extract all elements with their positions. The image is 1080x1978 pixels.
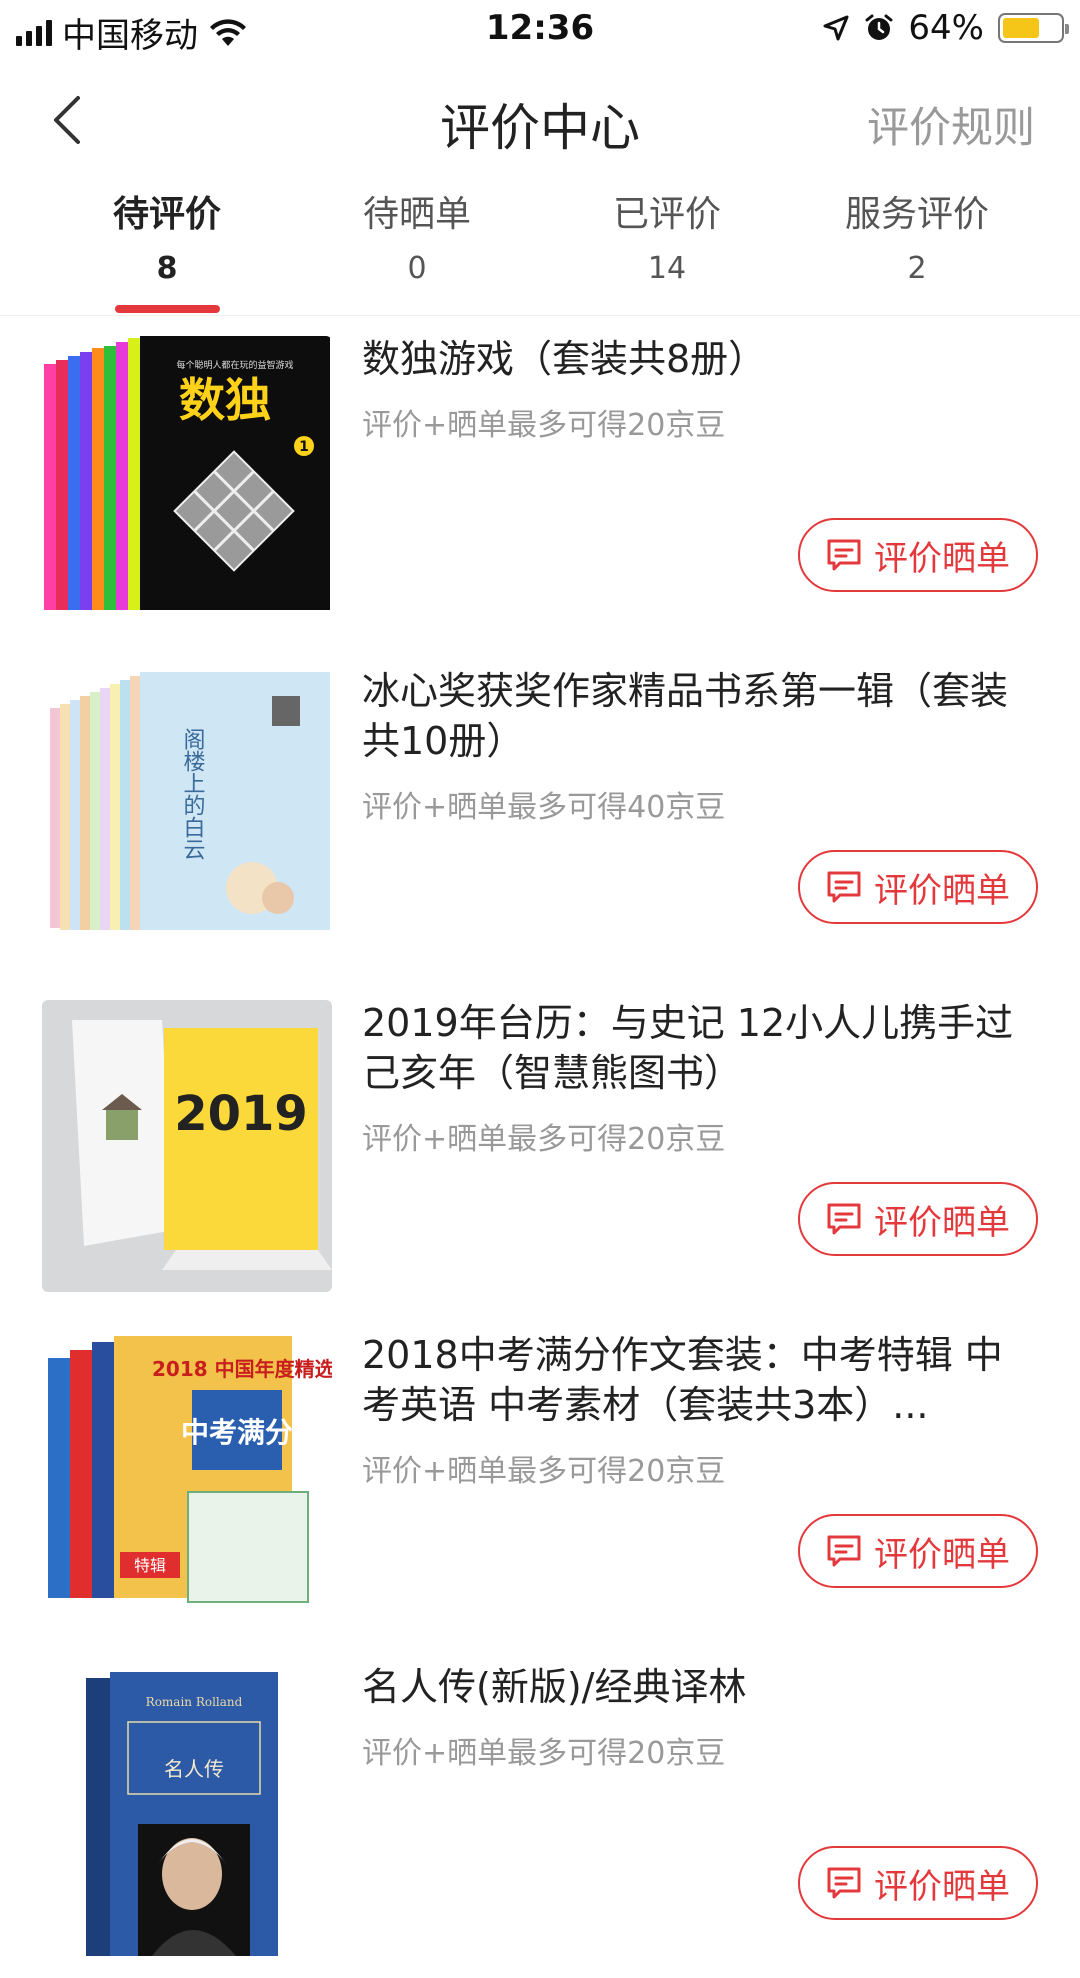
list-item: 2019 2019年台历：与史记 12小人儿携手过己亥年（智慧熊图书） 评价+晒… xyxy=(0,982,1080,1314)
battery-percent: 64% xyxy=(908,8,984,48)
cover-tagline: 每个聪明人都在玩的益智游戏 xyxy=(176,359,293,371)
product-title[interactable]: 冰心奖获奖作家精品书系第一辑（套装共10册） xyxy=(362,666,1032,766)
reward-hint: 评价+晒单最多可得20京豆 xyxy=(362,1454,726,1489)
cover-title: 数独 xyxy=(179,373,271,427)
reward-hint: 评价+晒单最多可得20京豆 xyxy=(362,408,726,443)
comment-icon xyxy=(827,539,861,571)
tab-count: 0 xyxy=(407,251,427,286)
comment-icon xyxy=(827,1535,861,1567)
reward-hint: 评价+晒单最多可得40京豆 xyxy=(362,790,726,825)
tab-reviewed[interactable]: 已评价 14 xyxy=(542,185,792,286)
review-showcase-button[interactable]: 评价晒单 xyxy=(798,1846,1038,1920)
cover-title: 名人传 xyxy=(164,1757,224,1781)
product-image[interactable]: 2018 中国年度精选 中考满分 特辑 xyxy=(42,1332,332,1624)
tab-label: 待评价 xyxy=(112,194,221,235)
rules-link[interactable]: 评价规则 xyxy=(867,94,1035,155)
list-item: Romain Rolland 名人传 名人传(新版)/经典译林 评价+晒单最多可… xyxy=(0,1646,1080,1978)
comment-icon xyxy=(827,871,861,903)
product-title[interactable]: 数独游戏（套装共8册） xyxy=(362,334,1032,384)
tab-pending-showcase[interactable]: 待晒单 0 xyxy=(292,185,542,286)
battery-level xyxy=(1003,18,1039,38)
review-showcase-button[interactable]: 评价晒单 xyxy=(798,850,1038,924)
cover-author: Romain Rolland xyxy=(146,1695,243,1709)
product-title[interactable]: 名人传(新版)/经典译林 xyxy=(362,1662,1032,1712)
button-label: 评价晒单 xyxy=(874,538,1010,579)
comment-icon xyxy=(827,1867,861,1899)
tab-label: 待晒单 xyxy=(362,194,471,235)
cover-badge: 特辑 xyxy=(134,1556,166,1575)
tab-bar: 待评价 8 待晒单 0 已评价 14 服务评价 2 xyxy=(0,185,1080,316)
tab-service-review[interactable]: 服务评价 2 xyxy=(792,185,1042,286)
button-label: 评价晒单 xyxy=(874,1202,1010,1243)
button-label: 评价晒单 xyxy=(874,870,1010,911)
list-item: 2018 中国年度精选 中考满分 特辑 2018中考满分作文套装：中考特辑 中考… xyxy=(0,1314,1080,1646)
product-image[interactable]: Romain Rolland 名人传 xyxy=(42,1664,332,1956)
status-bar-right: 64% xyxy=(822,8,1069,48)
button-label: 评价晒单 xyxy=(874,1866,1010,1907)
list-item: 阁楼上的白云 冰心奖获奖作家精品书系第一辑（套装共10册） 评价+晒单最多可得4… xyxy=(0,650,1080,982)
location-arrow-icon xyxy=(823,15,849,41)
review-showcase-button[interactable]: 评价晒单 xyxy=(798,1182,1038,1256)
active-tab-indicator xyxy=(115,305,220,313)
product-title[interactable]: 2019年台历：与史记 12小人儿携手过己亥年（智慧熊图书） xyxy=(362,998,1032,1098)
tab-label: 服务评价 xyxy=(844,194,989,235)
tab-count: 14 xyxy=(647,251,687,286)
tab-label: 已评价 xyxy=(612,194,721,235)
cover-title: 中考满分 xyxy=(181,1416,293,1449)
product-image[interactable]: 阁楼上的白云 xyxy=(42,668,332,960)
reward-hint: 评价+晒单最多可得20京豆 xyxy=(362,1122,726,1157)
tab-count: 8 xyxy=(156,251,178,286)
review-showcase-button[interactable]: 评价晒单 xyxy=(798,518,1038,592)
cover-title: 阁楼上的白云 xyxy=(180,728,206,860)
alarm-icon xyxy=(865,14,893,40)
list-item: 每个聪明人都在玩的益智游戏 数独 1 数独游戏（套装共8册） 评价+晒单最多可得… xyxy=(0,318,1080,650)
review-showcase-button[interactable]: 评价晒单 xyxy=(798,1514,1038,1588)
status-bar: 中国移动 12:36 64% xyxy=(0,0,1080,60)
navigation-bar: 评价中心 评价规则 xyxy=(0,70,1080,170)
product-image[interactable]: 2019 xyxy=(42,1000,332,1292)
tab-count: 2 xyxy=(907,251,927,286)
product-title[interactable]: 2018中考满分作文套装：中考特辑 中考英语 中考素材（套装共3本）... xyxy=(362,1330,1032,1430)
battery-icon xyxy=(998,13,1069,43)
product-image[interactable]: 每个聪明人都在玩的益智游戏 数独 1 xyxy=(42,336,332,628)
reward-hint: 评价+晒单最多可得20京豆 xyxy=(362,1736,726,1771)
button-label: 评价晒单 xyxy=(874,1534,1010,1575)
tab-pending-review[interactable]: 待评价 8 xyxy=(42,185,292,286)
cover-volume: 1 xyxy=(299,439,309,455)
cover-year: 2018 中国年度精选 xyxy=(152,1357,332,1381)
cover-title: 2019 xyxy=(174,1086,308,1142)
comment-icon xyxy=(827,1203,861,1235)
